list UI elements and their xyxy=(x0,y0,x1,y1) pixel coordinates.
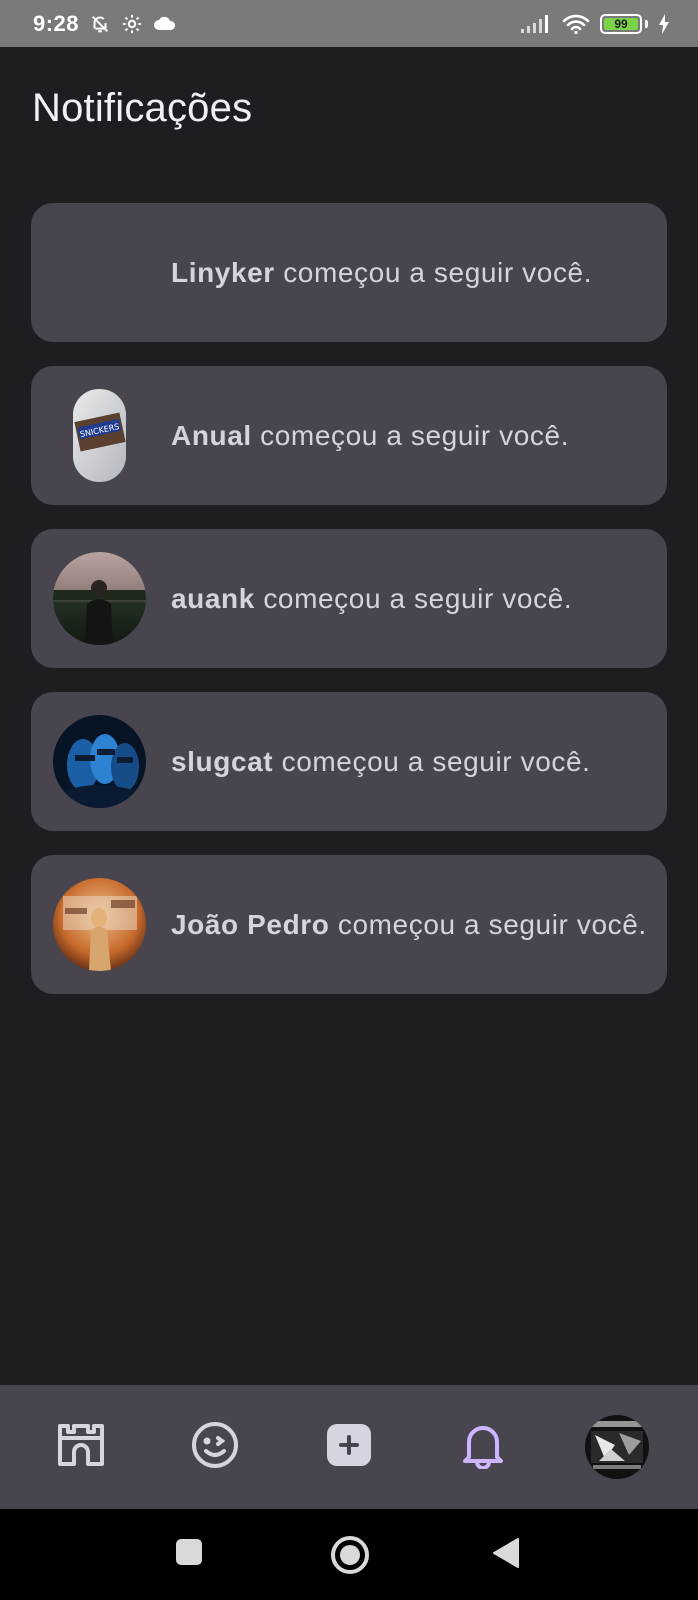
profile-avatar xyxy=(585,1415,649,1479)
avatar[interactable] xyxy=(53,715,146,808)
wifi-icon xyxy=(562,13,590,35)
notification-message: começou a seguir você. xyxy=(273,745,591,777)
notification-item[interactable]: Linyker começou a seguir você. xyxy=(31,203,667,342)
bottom-navigation xyxy=(0,1385,698,1509)
feed-icon xyxy=(191,1421,239,1474)
charging-icon xyxy=(658,13,670,34)
notification-message: começou a seguir você. xyxy=(251,419,570,451)
nav-profile[interactable] xyxy=(572,1402,662,1492)
cloud-icon xyxy=(153,15,177,33)
home-circle-icon[interactable] xyxy=(330,1535,370,1575)
notification-username[interactable]: João Pedro xyxy=(171,909,329,940)
notification-item[interactable]: João Pedro começou a seguir você. xyxy=(31,855,667,994)
nav-notifications[interactable] xyxy=(438,1402,528,1492)
notification-username[interactable]: Linyker xyxy=(171,257,275,288)
back-icon[interactable] xyxy=(492,1537,520,1569)
notification-message: começou a seguir você. xyxy=(329,908,647,940)
status-time: 9:28 xyxy=(33,10,80,36)
notification-text: Anual começou a seguir você. xyxy=(171,413,569,459)
avatar[interactable] xyxy=(53,878,146,971)
battery-icon: 99 xyxy=(600,13,648,34)
notifications-icon xyxy=(461,1421,505,1474)
notification-text: slugcat começou a seguir você. xyxy=(171,739,591,785)
page-title: Notificações xyxy=(32,86,253,130)
notification-text: João Pedro começou a seguir você. xyxy=(171,902,647,948)
notification-text: auank começou a seguir você. xyxy=(171,576,572,622)
avatar[interactable] xyxy=(53,552,146,645)
notification-username[interactable]: Anual xyxy=(171,420,252,451)
nav-create-post[interactable] xyxy=(304,1402,394,1492)
avatar[interactable]: SNICKERS xyxy=(53,389,146,482)
system-navigation-bar xyxy=(0,1509,698,1600)
notification-item[interactable]: slugcat começou a seguir você. xyxy=(31,692,667,831)
notification-text: Linyker começou a seguir você. xyxy=(171,250,592,296)
notification-username[interactable]: slugcat xyxy=(171,746,273,777)
status-bar: 9:28 99 xyxy=(0,0,698,47)
mute-bell-icon xyxy=(89,13,111,35)
notification-message: começou a seguir você. xyxy=(274,256,593,288)
notification-list: Linyker começou a seguir você. SNICKERS … xyxy=(31,203,667,994)
home-icon xyxy=(57,1423,105,1472)
gear-icon xyxy=(121,13,143,35)
battery-level: 99 xyxy=(604,17,638,31)
notification-item[interactable]: auank começou a seguir você. xyxy=(31,529,667,668)
nav-home[interactable] xyxy=(36,1402,126,1492)
recents-icon[interactable] xyxy=(175,1538,203,1566)
create-post-icon xyxy=(326,1423,372,1472)
signal-icon xyxy=(520,14,552,34)
nav-feed[interactable] xyxy=(170,1402,260,1492)
avatar[interactable] xyxy=(53,226,146,319)
notification-item[interactable]: SNICKERS Anual começou a seguir você. xyxy=(31,366,667,505)
notification-username[interactable]: auank xyxy=(171,583,255,614)
notification-message: começou a seguir você. xyxy=(254,582,573,614)
